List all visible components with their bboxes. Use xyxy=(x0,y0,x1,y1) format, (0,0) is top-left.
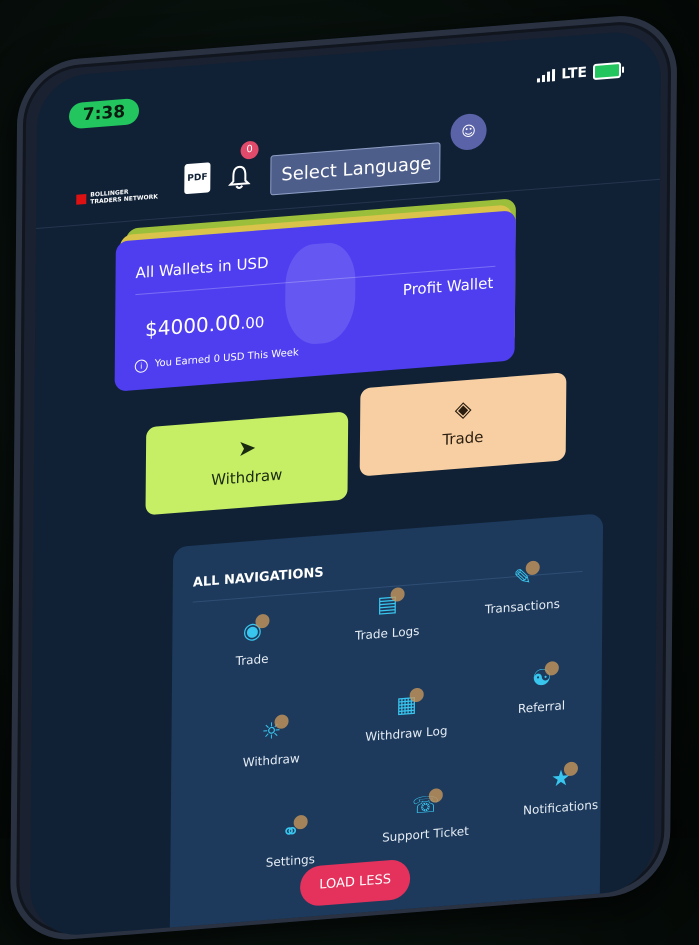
pdf-icon[interactable]: PDF xyxy=(184,162,211,195)
nav-item-trade[interactable]: ◉ Trade xyxy=(192,612,312,671)
withdraw-label: Withdraw xyxy=(211,465,283,490)
status-time: 7:38 xyxy=(68,97,140,130)
nav-item-label: Withdraw Log xyxy=(365,723,448,745)
wallet-amount-cents: .00 xyxy=(240,312,265,333)
document-pen-icon: ✎ xyxy=(508,562,538,594)
logo-icon xyxy=(76,193,87,205)
bell-icon[interactable] xyxy=(228,163,251,191)
cube-icon: ◈ xyxy=(454,396,472,424)
nav-item-label: Trade xyxy=(235,651,269,669)
trade-label: Trade xyxy=(442,427,484,449)
wallet-label: Profit Wallet xyxy=(402,273,494,300)
wallet-amount: $4000.00.00 xyxy=(144,308,265,342)
nav-item-transactions[interactable]: ✎ Transactions xyxy=(462,559,582,618)
phone-mockup: 7:38 LTE BOLLINGER TRADERS NETWORK PDF 0 xyxy=(2,0,699,945)
info-icon: i xyxy=(134,359,148,374)
quick-actions: ➤ Withdraw ◈ Trade xyxy=(145,372,576,517)
lightbulb-icon: ☼ xyxy=(256,716,286,748)
nav-item-withdraw[interactable]: ☼ Withdraw xyxy=(211,713,331,772)
nav-item-label: Support Ticket xyxy=(382,823,469,845)
medal-icon: ★ xyxy=(546,763,576,795)
wallet-card-stack: All Wallets in USD Profit Wallet $4000.0… xyxy=(114,198,516,392)
nav-item-label: Notifications xyxy=(523,797,599,818)
withdraw-button[interactable]: ➤ Withdraw xyxy=(145,411,349,516)
app-screen: 7:38 LTE BOLLINGER TRADERS NETWORK PDF 0 xyxy=(29,28,662,939)
notification-badge: 0 xyxy=(240,140,259,160)
wallet-title: All Wallets in USD xyxy=(135,253,269,283)
paper-plane-icon: ➤ xyxy=(237,435,257,463)
nav-item-trade-logs[interactable]: ▤ Trade Logs xyxy=(327,586,447,645)
wallet-note: You Earned 0 USD This Week xyxy=(154,347,299,370)
nav-item-label: Trade Logs xyxy=(355,623,420,643)
nav-item-label: Referral xyxy=(517,698,566,717)
phone-body: 7:38 LTE BOLLINGER TRADERS NETWORK PDF 0 xyxy=(9,11,678,945)
navigation-title: ALL NAVIGATIONS xyxy=(192,565,324,591)
wallet-card[interactable]: All Wallets in USD Profit Wallet $4000.0… xyxy=(114,210,516,392)
money-bag-icon xyxy=(284,240,356,347)
newspaper-icon: ▤ xyxy=(372,589,402,621)
language-select[interactable]: Select Language xyxy=(270,142,441,196)
nav-item-label: Transactions xyxy=(484,596,560,617)
nav-item-label: Withdraw xyxy=(242,751,300,770)
user-avatar-icon[interactable]: ☺ xyxy=(450,112,487,152)
network-icon: ☯ xyxy=(527,663,557,695)
nav-item-support-ticket[interactable]: ☏ Support Ticket xyxy=(365,787,485,846)
nav-item-withdraw-log[interactable]: ▦ Withdraw Log xyxy=(346,686,466,745)
status-bar-right: LTE xyxy=(537,61,622,85)
battery-icon xyxy=(592,61,622,81)
nav-item-label: Settings xyxy=(265,852,316,870)
brand-logo[interactable]: BOLLINGER TRADERS NETWORK xyxy=(76,186,158,206)
network-label: LTE xyxy=(561,64,588,83)
eye-icon: ◉ xyxy=(237,616,267,648)
headset-icon: ☏ xyxy=(411,790,441,822)
calendar-icon: ▦ xyxy=(391,690,421,722)
nav-item-referral[interactable]: ☯ Referral xyxy=(481,659,601,718)
trade-button[interactable]: ◈ Trade xyxy=(359,372,567,477)
signal-icon xyxy=(537,69,556,83)
wallet-amount-main: $4000.00 xyxy=(144,309,241,342)
nav-item-notifications[interactable]: ★ Notifications xyxy=(501,760,621,819)
share-icon: ⚭ xyxy=(275,817,305,849)
